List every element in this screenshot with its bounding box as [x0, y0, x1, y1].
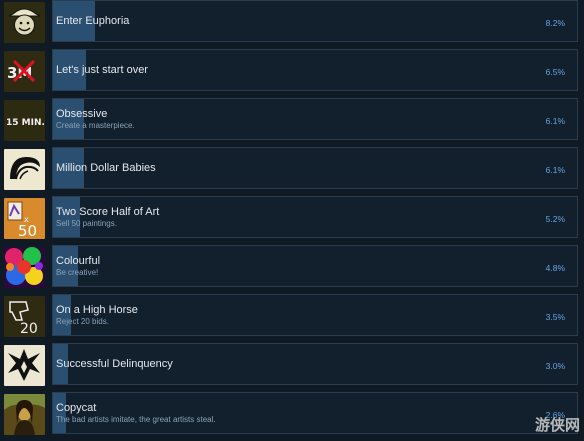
achievement-row[interactable]: x 50 Two Score Half of Art Sell 50 paint…	[0, 196, 584, 242]
icon-20-text: 20	[20, 321, 38, 337]
achievement-description: Be creative!	[56, 268, 99, 277]
achievement-title: Copycat	[56, 402, 97, 414]
achievement-description: Sell 50 paintings.	[56, 219, 117, 228]
achievement-title: On a High Horse	[56, 304, 138, 316]
achievement-description: Reject 20 bids.	[56, 317, 109, 326]
watermark-logo: 游侠网	[534, 416, 580, 434]
achievement-row[interactable]: 15 MIN. Obsessive Create a masterpiece. …	[0, 98, 584, 144]
achievement-title: Obsessive	[56, 108, 108, 120]
achievement-card: Two Score Half of Art Sell 50 paintings.…	[52, 196, 578, 238]
icon-15min-text: 15 MIN.	[6, 118, 45, 128]
colour-splash-icon	[4, 247, 45, 288]
unlock-percent: 4.8%	[545, 263, 565, 273]
unlock-percent: 6.5%	[545, 67, 565, 77]
achievement-title: Million Dollar Babies	[56, 162, 156, 174]
achievement-card: Successful Delinquency 3.0%	[52, 343, 578, 385]
achievement-list: Enter Euphoria 8.2% 3M Let's just start …	[0, 0, 584, 441]
broken-glass-icon	[4, 345, 45, 386]
unlock-percent: 8.2%	[545, 18, 565, 28]
achievement-row[interactable]: 20 On a High Horse Reject 20 bids. 3.5%	[0, 294, 584, 340]
achievement-row[interactable]: Successful Delinquency 3.0%	[0, 343, 584, 389]
achievement-card: Million Dollar Babies 6.1%	[52, 147, 578, 189]
3m-crossed-icon: 3M	[4, 51, 45, 92]
achievement-row[interactable]: 3M Let's just start over 6.5%	[0, 49, 584, 95]
achievement-row[interactable]: Million Dollar Babies 6.1%	[0, 147, 584, 193]
unlock-percent: 3.0%	[545, 361, 565, 371]
15-min-icon: 15 MIN.	[4, 100, 45, 141]
hair-icon	[4, 149, 45, 190]
achievement-title: Colourful	[56, 255, 101, 267]
achievement-title: Two Score Half of Art	[56, 206, 160, 218]
achievement-card: Let's just start over 6.5%	[52, 49, 578, 91]
cowboy-face-icon	[4, 2, 45, 43]
achievement-card: Enter Euphoria 8.2%	[52, 0, 578, 42]
achievement-title: Successful Delinquency	[56, 358, 173, 370]
achievement-description: Create a masterpiece.	[56, 121, 135, 130]
unlock-percent: 6.1%	[545, 165, 565, 175]
icon-50-text: 50	[18, 222, 37, 239]
achievement-row[interactable]: Copycat The bad artists imitate, the gre…	[0, 392, 584, 438]
achievement-card: Colourful Be creative! 4.8%	[52, 245, 578, 287]
unlock-percent: 3.5%	[545, 312, 565, 322]
unlock-percent: 6.1%	[545, 116, 565, 126]
thumbs-down-20-icon: 20	[4, 296, 45, 337]
achievement-card: Copycat The bad artists imitate, the gre…	[52, 392, 578, 434]
achievement-row[interactable]: Colourful Be creative! 4.8%	[0, 245, 584, 291]
achievement-description: The bad artists imitate, the great artis…	[56, 415, 216, 424]
achievement-card: Obsessive Create a masterpiece. 6.1%	[52, 98, 578, 140]
achievement-card: On a High Horse Reject 20 bids. 3.5%	[52, 294, 578, 336]
achievement-title: Let's just start over	[56, 64, 148, 76]
achievement-title: Enter Euphoria	[56, 15, 130, 27]
achievement-row[interactable]: Enter Euphoria 8.2%	[0, 0, 584, 46]
unlock-percent: 5.2%	[545, 214, 565, 224]
mona-lisa-icon	[4, 394, 45, 435]
paintings-x50-icon: x 50	[4, 198, 45, 239]
